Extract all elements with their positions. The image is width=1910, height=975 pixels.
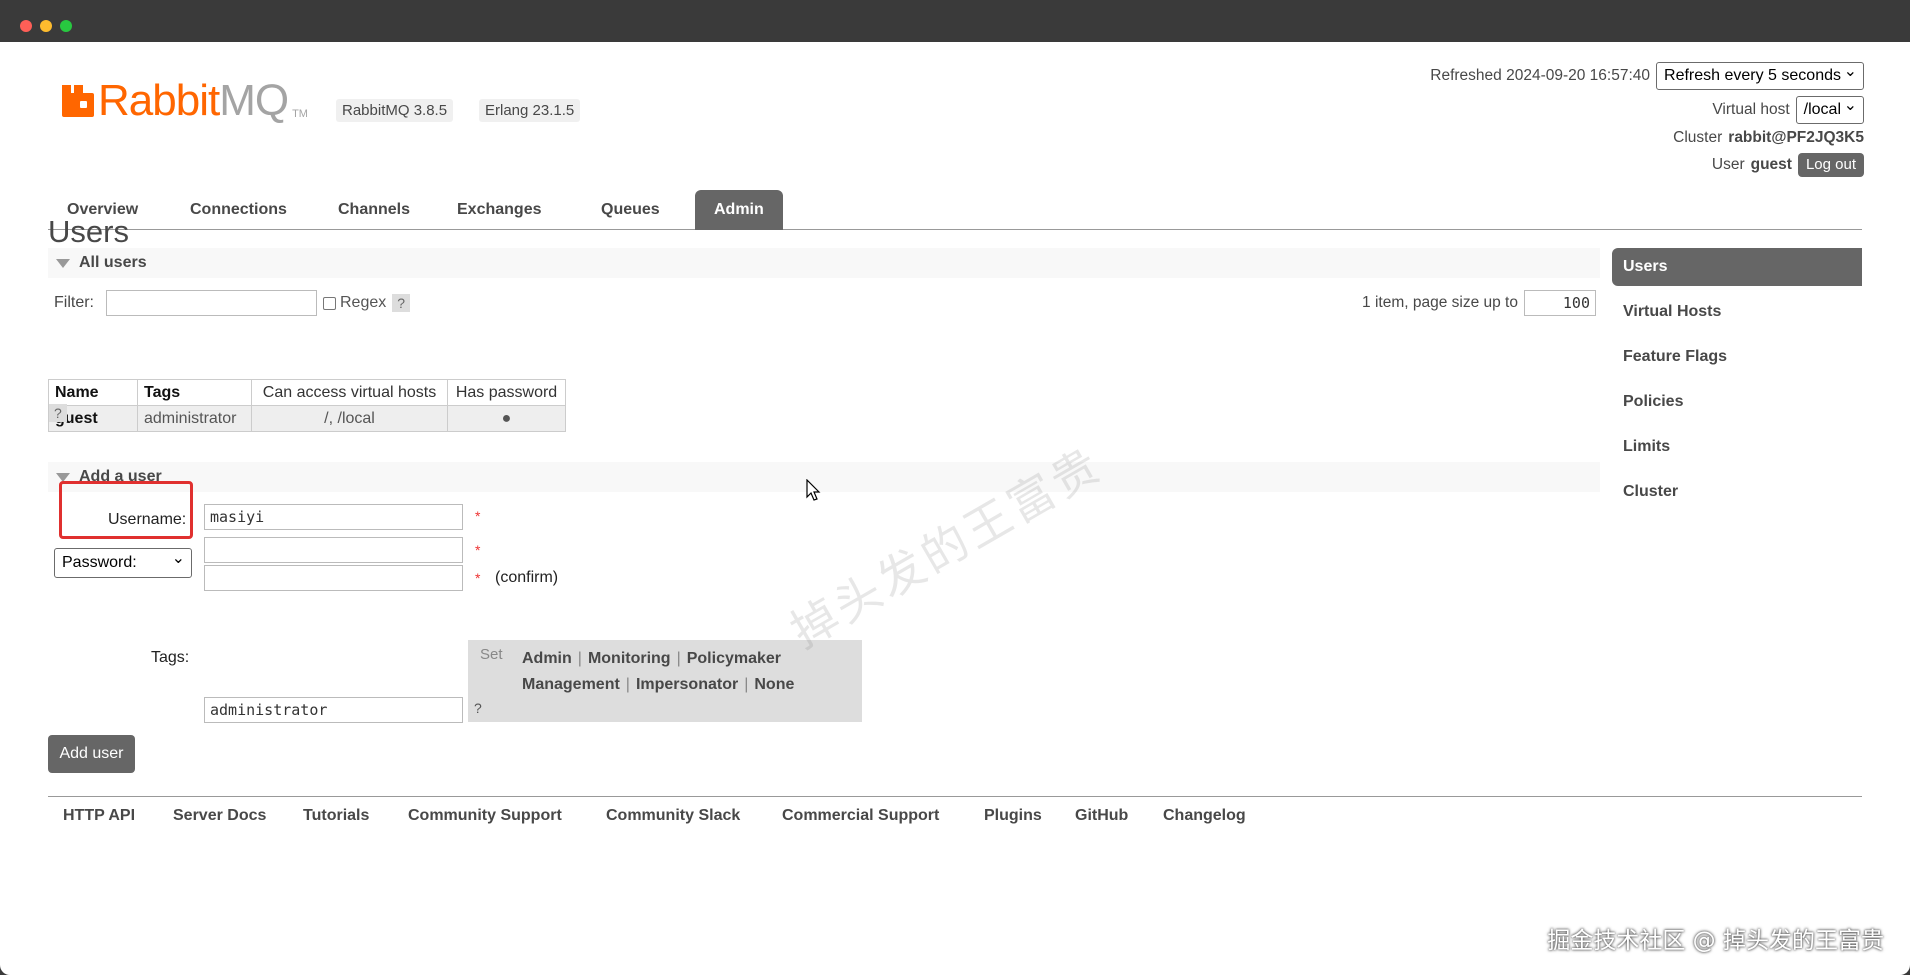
sidebar-item-virtual-hosts[interactable]: Virtual Hosts (1612, 293, 1862, 338)
filter-row: Filter: Regex ? (54, 290, 411, 316)
table-help-button[interactable]: ? (49, 404, 67, 422)
column-header-vhosts[interactable]: Can access virtual hosts (251, 379, 448, 406)
all-users-heading: All users (79, 254, 147, 271)
users-table: Name Tags Can access virtual hosts Has p… (48, 379, 566, 432)
tag-management-link[interactable]: Management (522, 676, 620, 693)
user-has-password-cell: ● (447, 405, 566, 432)
erlang-version-badge: Erlang 23.1.5 (479, 99, 581, 122)
table-row[interactable]: guest administrator /, /local ● (48, 405, 566, 432)
footer-link-changelog[interactable]: Changelog (1163, 807, 1246, 825)
password-input[interactable] (204, 537, 463, 563)
pagination-info: 1 item, page size up to 100 (1362, 290, 1596, 316)
logo-wordmark: RabbitMQ (98, 76, 289, 125)
admin-sidebar: Users Virtual Hosts Feature Flags Polici… (1612, 248, 1862, 518)
refreshed-timestamp: Refreshed 2024-09-20 16:57:40 (1430, 67, 1651, 84)
username-input[interactable]: masiyi (204, 504, 463, 530)
window-titlebar (0, 0, 1910, 42)
footer-link-http-api[interactable]: HTTP API (63, 807, 135, 825)
add-user-section-toggle[interactable]: Add a user (48, 462, 1600, 492)
rabbitmq-version-badge: RabbitMQ 3.8.5 (336, 99, 454, 122)
footer-link-github[interactable]: GitHub (1075, 807, 1128, 825)
tab-admin[interactable]: Admin (695, 190, 783, 230)
main-nav-tabs: Overview Connections Channels Exchanges … (48, 148, 1862, 230)
tag-admin-link[interactable]: Admin (522, 650, 572, 667)
maximize-window-button[interactable] (60, 20, 72, 32)
password-confirm-input[interactable] (204, 565, 463, 591)
page-title: Users (48, 214, 129, 249)
rabbitmq-logo[interactable]: RabbitMQ TM (62, 76, 308, 126)
column-header-tags[interactable]: Tags (137, 379, 252, 406)
mouse-cursor-icon (806, 479, 821, 501)
confirm-label: (confirm) (495, 569, 559, 586)
footer-link-community-support[interactable]: Community Support (408, 807, 562, 825)
tag-shortcuts-panel: Set Admin | Monitoring | Policymaker Managem… (468, 640, 862, 722)
footer-link-plugins[interactable]: Plugins (984, 807, 1042, 825)
tab-queues[interactable]: Queues (582, 190, 679, 230)
virtual-host-label: Virtual host (1712, 101, 1790, 118)
page-size-input[interactable]: 100 (1524, 290, 1596, 316)
source-credit: 掘金技术社区 @ 掉头发的王富贵 (1547, 928, 1884, 954)
footer-link-commercial-support[interactable]: Commercial Support (782, 807, 939, 825)
sidebar-item-cluster[interactable]: Cluster (1612, 473, 1862, 518)
tag-monitoring-link[interactable]: Monitoring (588, 650, 671, 667)
cluster-name: rabbit@PF2JQ3K5 (1728, 128, 1864, 146)
tag-none-link[interactable]: None (754, 676, 794, 693)
column-header-has-password[interactable]: Has password (447, 379, 566, 406)
all-users-section-toggle[interactable]: All users (48, 248, 1600, 278)
tags-label: Tags: (151, 649, 190, 666)
page: RabbitMQ TM RabbitMQ 3.8.5 Erlang 23.1.5… (0, 42, 1910, 975)
collapse-triangle-icon (56, 259, 70, 268)
username-label: Username: (108, 511, 187, 528)
filter-label: Filter: (54, 294, 94, 311)
user-tags-cell: administrator (137, 405, 252, 432)
tag-impersonator-link[interactable]: Impersonator (636, 676, 738, 693)
highlight-annotation-box (59, 481, 193, 539)
tab-connections[interactable]: Connections (171, 190, 306, 230)
filter-help-button[interactable]: ? (392, 294, 411, 312)
tags-input[interactable]: administrator (204, 697, 463, 723)
tag-shortcut-links: Admin | Monitoring | Policymaker Management |… (522, 650, 795, 693)
footer-links: HTTP API Server Docs Tutorials Community… (48, 796, 1862, 836)
sidebar-item-policies[interactable]: Policies (1612, 383, 1862, 428)
footer-link-community-slack[interactable]: Community Slack (606, 807, 740, 825)
required-marker: * (475, 542, 481, 558)
tag-policymaker-link[interactable]: Policymaker (687, 650, 781, 667)
tags-help-button[interactable]: ? (474, 700, 482, 716)
add-user-button[interactable]: Add user (48, 735, 135, 773)
required-marker: * (475, 508, 481, 524)
user-vhosts-cell: /, /local (251, 405, 448, 432)
regex-label: Regex (340, 294, 387, 311)
filter-input[interactable] (106, 290, 317, 316)
sidebar-item-users[interactable]: Users (1612, 248, 1862, 286)
sidebar-item-feature-flags[interactable]: Feature Flags (1612, 338, 1862, 383)
set-label: Set (480, 646, 503, 663)
password-mode-select[interactable]: Password: (54, 547, 192, 578)
minimize-window-button[interactable] (40, 20, 52, 32)
footer-link-tutorials[interactable]: Tutorials (303, 807, 369, 825)
tab-channels[interactable]: Channels (319, 190, 429, 230)
cluster-label: Cluster (1673, 128, 1723, 146)
required-marker: * (475, 570, 481, 586)
column-header-name[interactable]: Name (48, 379, 138, 406)
refresh-interval-select[interactable]: Refresh every 5 seconds (1656, 61, 1864, 90)
pager-text: 1 item, page size up to (1362, 294, 1518, 311)
logo-trademark: TM (292, 108, 308, 120)
close-window-button[interactable] (20, 20, 32, 32)
regex-checkbox[interactable] (323, 296, 336, 310)
footer-link-server-docs[interactable]: Server Docs (173, 807, 266, 825)
rabbitmq-logo-icon (62, 85, 94, 117)
sidebar-item-limits[interactable]: Limits (1612, 428, 1862, 473)
tab-exchanges[interactable]: Exchanges (438, 190, 560, 230)
virtual-host-select[interactable]: /local (1795, 95, 1864, 124)
